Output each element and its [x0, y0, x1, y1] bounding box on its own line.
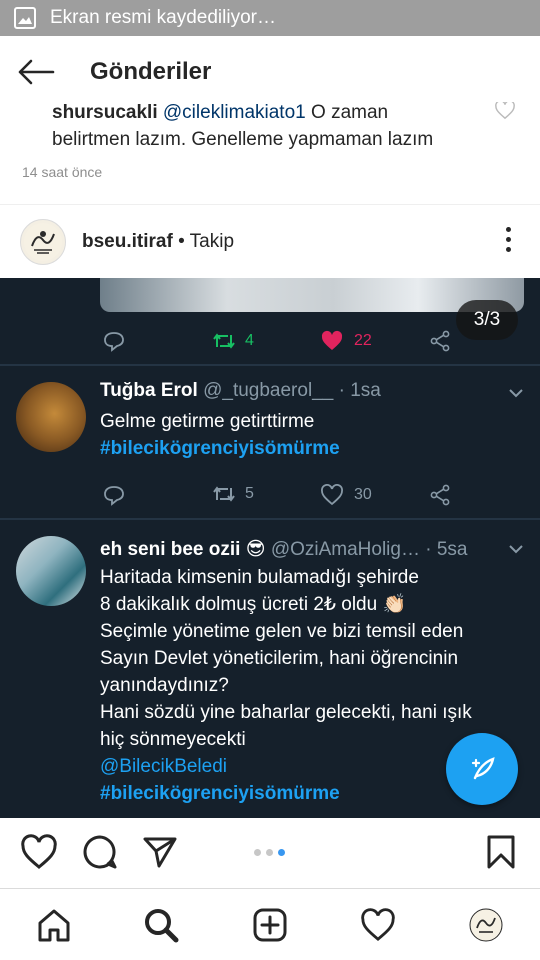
tweet-header: Tuğba Erol @_tugbaerol__ · 1sa — [100, 380, 381, 402]
like-count: 22 — [354, 332, 372, 349]
arrow-left-icon — [18, 59, 55, 85]
avatar[interactable] — [16, 382, 86, 452]
like-count: 30 — [354, 486, 372, 503]
compose-tweet-button[interactable] — [446, 733, 518, 805]
status-bar: Ekran resmi kaydediliyor… — [0, 0, 540, 36]
comment: shursucakli @cileklimakiato1 O zaman bel… — [0, 102, 540, 192]
chevron-down-icon[interactable] — [508, 544, 524, 554]
page-title: Gönderiler — [90, 58, 212, 85]
chevron-down-icon[interactable] — [508, 388, 524, 398]
like-heart-icon[interactable] — [20, 834, 58, 870]
share-icon[interactable] — [429, 330, 451, 352]
tweet-text-line: Seçimle yönetime gelen ve bizi temsil ed… — [100, 621, 464, 642]
tweet-text-line: Gelme getirme getirttirme — [100, 411, 315, 432]
tweet-text-line: Sayın Devlet yöneticilerim, hani öğrenci… — [100, 648, 459, 669]
nav-activity[interactable] — [358, 905, 398, 945]
post-username[interactable]: bseu.itiraf — [82, 231, 173, 252]
send-icon[interactable] — [142, 834, 178, 870]
search-icon — [145, 909, 179, 943]
retweet-count: 5 — [245, 485, 254, 502]
post-author[interactable]: bseu.itiraf • Takip — [82, 231, 234, 253]
tweet-text-line: Haritada kimsenin bulamadığı şehirde — [100, 567, 419, 588]
logo-icon — [24, 222, 62, 261]
avatar[interactable] — [16, 536, 86, 606]
nav-new-post[interactable] — [250, 905, 290, 945]
retweet-count: 4 — [245, 332, 254, 349]
notification-text: Ekran resmi kaydediliyor… — [50, 7, 276, 28]
tweet[interactable]: Tuğba Erol @_tugbaerol__ · 1sa Gelme get… — [0, 366, 540, 518]
tweet-text-line: 8 dakikalık dolmuş ücreti 2₺ oldu 👏🏻 — [100, 594, 407, 615]
profile-avatar-icon — [469, 908, 503, 942]
retweet-action[interactable]: 4 — [212, 331, 254, 351]
heart-filled-icon — [321, 330, 343, 350]
nav-profile[interactable] — [466, 905, 506, 945]
share-icon[interactable] — [429, 484, 451, 506]
feather-icon — [471, 757, 495, 780]
post-media[interactable]: 3/3 4 22 Tuğba Erol @_tugbaerol__ · 1sa … — [0, 278, 540, 818]
app-bar: Gönderiler — [0, 36, 540, 108]
carousel-dots — [254, 849, 285, 856]
post-avatar[interactable] — [20, 218, 66, 265]
tweet-author-name[interactable]: eh seni bee ozii 😎 — [100, 539, 266, 560]
comment-text-part1: O zaman — [305, 102, 389, 123]
comment-username[interactable]: shursucakli — [52, 102, 158, 123]
follow-link[interactable]: • Takip — [178, 231, 234, 252]
tweet-handle-time: @OziAmaHolig… · 5sa — [270, 539, 468, 560]
tweet-hashtag[interactable]: #bilecikögrenciyisömürme — [100, 435, 520, 462]
tweet-author-name[interactable]: Tuğba Erol — [100, 380, 198, 401]
comment-like-icon[interactable] — [494, 102, 516, 120]
like-action[interactable]: 30 — [320, 484, 372, 506]
reply-icon[interactable] — [103, 330, 125, 352]
like-action[interactable]: 22 — [320, 330, 372, 352]
plus-square-icon — [253, 908, 287, 942]
post-actions — [0, 818, 540, 888]
nav-home[interactable] — [34, 905, 74, 945]
comment-time: 14 saat önce — [22, 164, 103, 180]
nav-search[interactable] — [141, 905, 181, 945]
comment-mention[interactable]: @cileklimakiato1 — [163, 102, 306, 123]
retweet-icon — [213, 333, 235, 349]
screen: Ekran resmi kaydediliyor… Gönderiler shu… — [0, 0, 540, 960]
image-icon — [14, 7, 36, 29]
tweet-text: Gelme getirme getirttirme #bilecikögrenc… — [100, 408, 520, 462]
tweet-actions-top: 4 22 — [0, 326, 540, 356]
tweet-handle-time: @_tugbaerol__ · 1sa — [203, 380, 381, 401]
comment-icon[interactable] — [82, 834, 118, 870]
home-icon — [38, 909, 70, 942]
heart-icon — [361, 908, 395, 941]
tweet-header: eh seni bee ozii 😎 @OziAmaHolig… · 5sa — [100, 538, 467, 561]
comment-line-2: belirtmen lazım. Genelleme yapmaman lazı… — [52, 129, 434, 150]
tweet-text-line: yanındaydınız? — [100, 675, 229, 696]
back-button[interactable] — [0, 36, 72, 108]
retweet-icon — [213, 486, 235, 502]
heart-icon — [321, 484, 343, 506]
comment-line-1: shursucakli @cileklimakiato1 O zaman — [52, 102, 388, 124]
bottom-nav — [0, 888, 540, 960]
more-vertical-icon[interactable] — [506, 227, 512, 257]
reply-icon[interactable] — [103, 484, 125, 506]
tweet-text-line: Hani sözdü yine baharlar gelecekti, hani… — [100, 702, 472, 723]
post-header: bseu.itiraf • Takip — [0, 204, 540, 278]
retweet-action[interactable]: 5 — [212, 484, 254, 504]
bookmark-icon[interactable] — [486, 834, 516, 870]
